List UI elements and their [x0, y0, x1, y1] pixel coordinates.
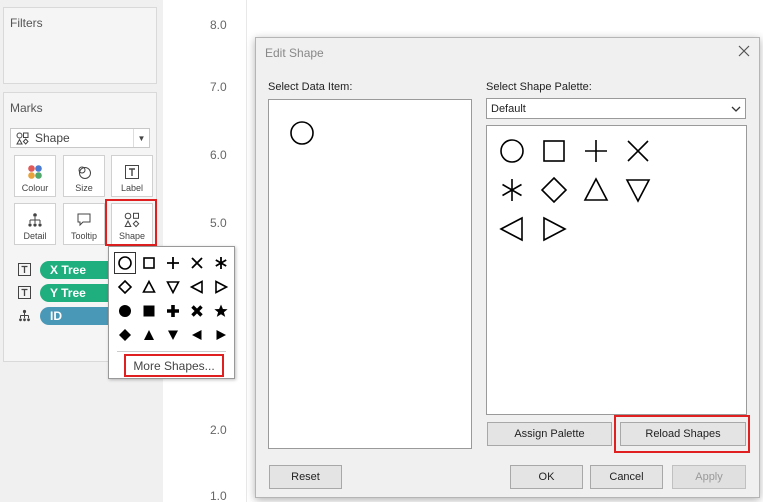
- circle-icon[interactable]: [498, 137, 526, 165]
- reset-button[interactable]: Reset: [269, 465, 342, 489]
- triangle-right-icon[interactable]: [209, 275, 233, 299]
- close-icon[interactable]: [737, 44, 751, 58]
- label-button[interactable]: Label: [111, 155, 153, 197]
- palette-select-value: Default: [491, 102, 526, 115]
- triangle-right-icon[interactable]: [540, 215, 568, 243]
- speech-bubble-icon: [76, 212, 92, 228]
- label-label: Label: [120, 183, 144, 193]
- filters-shelf[interactable]: Filters: [3, 7, 157, 84]
- shape-picker-popup: More Shapes...: [108, 246, 235, 379]
- detail-icon: [18, 309, 31, 322]
- assign-palette-button[interactable]: Assign Palette: [487, 422, 612, 446]
- y-axis-line: [246, 0, 247, 502]
- filled-cross-icon[interactable]: [185, 299, 209, 323]
- filled-triangle-right-icon[interactable]: [209, 323, 233, 347]
- size-icon: [76, 164, 92, 180]
- marks-title: Marks: [10, 101, 43, 115]
- ok-button[interactable]: OK: [510, 465, 583, 489]
- y-tick: 5.0: [210, 216, 227, 230]
- shape-icon: [16, 132, 29, 145]
- shape-palette-grid: [486, 125, 747, 415]
- y-tick: 8.0: [210, 18, 227, 32]
- triangle-down-icon[interactable]: [161, 275, 185, 299]
- triangle-left-icon[interactable]: [498, 215, 526, 243]
- text-icon: [18, 286, 31, 299]
- plus-icon[interactable]: [161, 251, 185, 275]
- circle-icon[interactable]: [113, 251, 137, 275]
- colour-button[interactable]: Colour: [14, 155, 56, 197]
- y-tick: 7.0: [210, 80, 227, 94]
- pill-row: Y Tree: [18, 283, 120, 302]
- filled-triangle-down-icon[interactable]: [161, 323, 185, 347]
- square-icon[interactable]: [137, 251, 161, 275]
- cancel-button[interactable]: Cancel: [590, 465, 663, 489]
- filled-triangle-up-icon[interactable]: [137, 323, 161, 347]
- filled-square-icon[interactable]: [137, 299, 161, 323]
- asterisk-icon[interactable]: [209, 251, 233, 275]
- cross-icon[interactable]: [624, 137, 652, 165]
- tooltip-button[interactable]: Tooltip: [63, 203, 105, 245]
- size-label: Size: [75, 183, 93, 193]
- plus-icon[interactable]: [582, 137, 610, 165]
- highlight-box: [105, 199, 157, 246]
- asterisk-icon[interactable]: [498, 176, 526, 204]
- pill-row: ID: [18, 306, 120, 325]
- select-shape-palette-label: Select Shape Palette:: [486, 81, 592, 93]
- diamond-icon[interactable]: [540, 176, 568, 204]
- edit-shape-dialog: Edit Shape Select Data Item: Select Shap…: [255, 37, 760, 498]
- detail-label: Detail: [23, 231, 47, 241]
- diamond-icon[interactable]: [113, 275, 137, 299]
- y-tick: 2.0: [210, 423, 227, 437]
- text-icon: [124, 164, 140, 180]
- filled-triangle-left-icon[interactable]: [185, 323, 209, 347]
- chevron-down-icon: [731, 103, 741, 115]
- data-item-list[interactable]: [268, 99, 472, 449]
- shape-grid: [113, 251, 233, 347]
- chevron-down-icon: ▼: [133, 129, 149, 147]
- filled-diamond-icon[interactable]: [113, 323, 137, 347]
- mark-type-label: Shape: [35, 131, 70, 145]
- triangle-up-icon[interactable]: [582, 176, 610, 204]
- more-shapes-button[interactable]: More Shapes...: [124, 354, 224, 377]
- y-tick: 6.0: [210, 148, 227, 162]
- square-icon[interactable]: [540, 137, 568, 165]
- triangle-left-icon[interactable]: [185, 275, 209, 299]
- filled-plus-icon[interactable]: [161, 299, 185, 323]
- tooltip-label: Tooltip: [70, 231, 97, 241]
- dialog-title: Edit Shape: [265, 46, 324, 60]
- filters-title: Filters: [10, 16, 43, 30]
- mark-type-dropdown[interactable]: Shape ▼: [10, 128, 150, 148]
- pill-row: X Tree: [18, 260, 120, 279]
- size-button[interactable]: Size: [63, 155, 105, 197]
- detail-button[interactable]: Detail: [14, 203, 56, 245]
- triangle-down-icon[interactable]: [624, 176, 652, 204]
- text-icon: [18, 263, 31, 276]
- highlight-box: [614, 415, 750, 453]
- filled-circle-icon[interactable]: [113, 299, 137, 323]
- cross-icon[interactable]: [185, 251, 209, 275]
- select-data-item-label: Select Data Item:: [268, 81, 353, 93]
- shape-palette-select[interactable]: Default: [486, 98, 746, 119]
- apply-button[interactable]: Apply: [672, 465, 746, 489]
- circle-icon[interactable]: [289, 120, 315, 149]
- triangle-up-icon[interactable]: [137, 275, 161, 299]
- detail-icon: [27, 212, 43, 228]
- divider: [117, 351, 226, 352]
- y-tick: 1.0: [210, 489, 227, 502]
- colour-label: Colour: [21, 183, 49, 193]
- star-icon[interactable]: [209, 299, 233, 323]
- colour-icon: [27, 164, 43, 180]
